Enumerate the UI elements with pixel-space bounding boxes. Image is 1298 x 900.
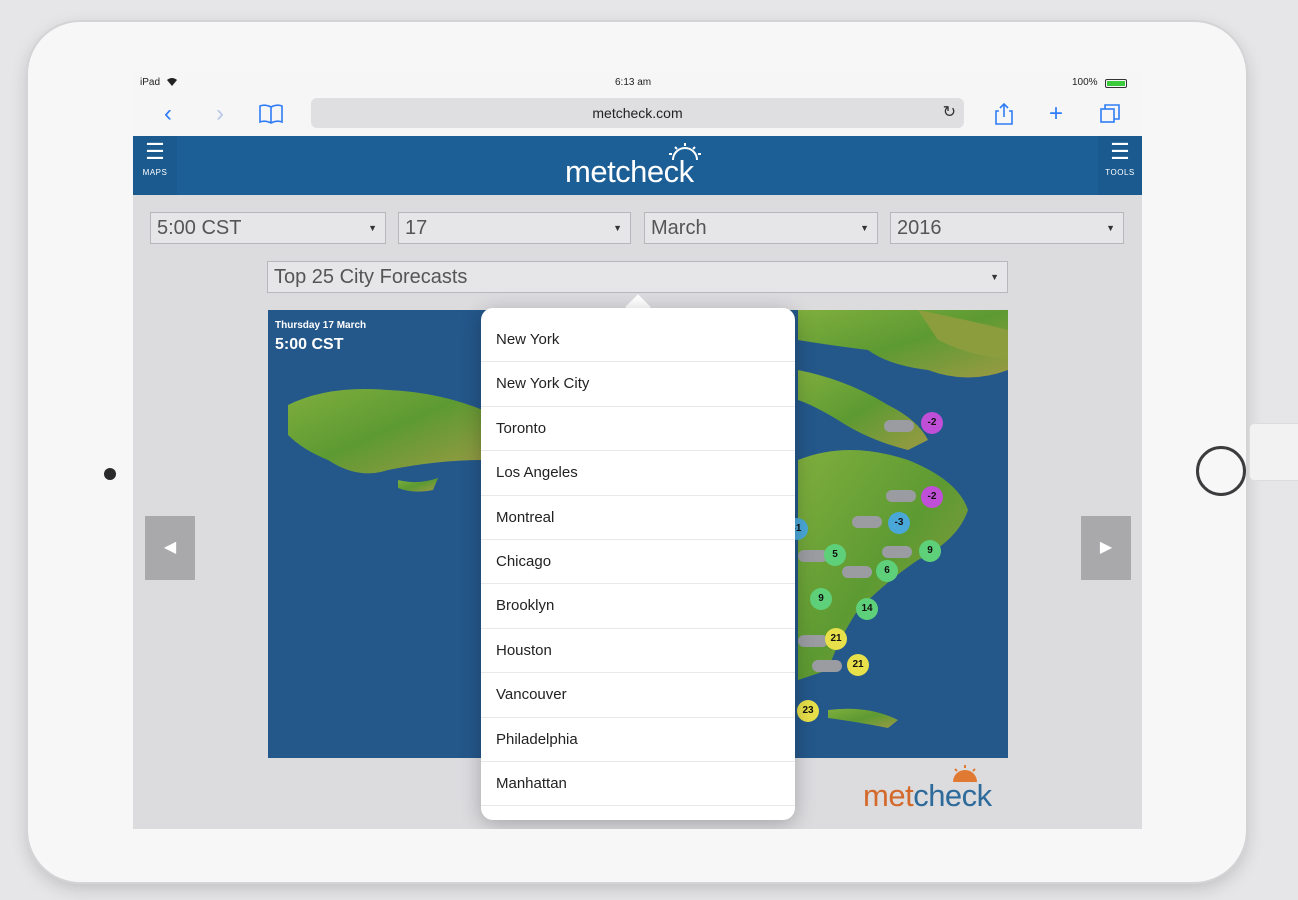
city-option[interactable]: New York — [481, 318, 795, 363]
city-option[interactable]: Chicago — [481, 540, 795, 585]
cloud-icon — [882, 546, 912, 558]
device-label: iPad — [140, 77, 161, 88]
map-time-label: 5:00 CST — [275, 336, 344, 353]
share-icon[interactable] — [989, 100, 1019, 128]
temperature-marker[interactable]: 21 — [847, 654, 869, 676]
browser-toolbar: ‹ › metcheck.com ↻ + — [133, 92, 1142, 137]
city-option[interactable]: Montreal — [481, 496, 795, 540]
next-map-button[interactable]: ▶ — [1081, 516, 1131, 580]
temperature-marker[interactable]: 6 — [876, 560, 898, 582]
temperature-marker[interactable]: 21 — [825, 628, 847, 650]
bookmarks-icon[interactable] — [256, 100, 286, 128]
city-option[interactable]: New York City — [481, 362, 795, 407]
battery-icon — [1105, 79, 1127, 88]
day-select[interactable]: 17 ▼ — [398, 212, 631, 244]
status-bar: iPad 6:13 am 100% — [133, 72, 1142, 92]
status-time: 6:13 am — [615, 77, 652, 88]
time-select[interactable]: 5:00 CST ▼ — [150, 212, 386, 244]
temperature-marker[interactable]: 5 — [824, 544, 846, 566]
temperature-marker[interactable]: -2 — [921, 412, 943, 434]
tools-menu-button[interactable]: ☰ TOOLS — [1098, 136, 1142, 195]
cloud-icon — [842, 566, 872, 578]
cloud-icon — [798, 635, 828, 647]
cloud-icon — [812, 660, 842, 672]
menu-icon: ☰ — [145, 139, 165, 164]
temperature-marker[interactable]: 9 — [810, 588, 832, 610]
menu-icon: ☰ — [1110, 139, 1130, 164]
back-icon[interactable]: ‹ — [153, 100, 183, 128]
battery-percent: 100% — [1072, 77, 1098, 88]
sun-logo-icon — [947, 764, 983, 787]
temperature-marker[interactable]: 23 — [797, 700, 819, 722]
city-option[interactable]: Phoenix — [481, 806, 795, 820]
cloud-icon — [886, 490, 916, 502]
tabs-icon[interactable] — [1095, 100, 1125, 128]
city-list: New York New York City Toronto Los Angeles M… — [481, 308, 795, 820]
cloud-icon — [884, 420, 914, 432]
map-date-label: Thursday 17 March — [275, 320, 367, 331]
temperature-marker[interactable]: -2 — [921, 486, 943, 508]
city-option[interactable]: Toronto — [481, 407, 795, 452]
city-option[interactable]: Vancouver — [481, 673, 795, 718]
forecast-view-select[interactable]: Top 25 City Forecasts ▼ — [267, 261, 1008, 293]
front-camera — [104, 468, 116, 480]
maps-menu-button[interactable]: ☰ MAPS — [133, 136, 177, 195]
dropdown-arrow-icon: ▼ — [1106, 223, 1115, 233]
temperature-marker[interactable]: -3 — [888, 512, 910, 534]
forward-icon[interactable]: › — [205, 100, 235, 128]
home-button[interactable] — [1196, 446, 1246, 496]
city-option[interactable]: Manhattan — [481, 762, 795, 807]
url-text: metcheck.com — [592, 105, 683, 121]
temperature-marker[interactable]: 9 — [919, 540, 941, 562]
new-tab-icon[interactable]: + — [1041, 100, 1071, 128]
city-option[interactable]: Los Angeles — [481, 451, 795, 496]
charging-cable — [1250, 424, 1298, 480]
site-header: ☰ MAPS metcheck ☰ TOOLS — [133, 136, 1142, 195]
city-option[interactable]: Philadelphia — [481, 718, 795, 762]
dropdown-arrow-icon: ▼ — [368, 223, 377, 233]
month-select[interactable]: March ▼ — [644, 212, 878, 244]
city-dropdown: New York New York City Toronto Los Angeles M… — [481, 308, 795, 820]
dropdown-arrow-icon: ▼ — [860, 223, 869, 233]
temperature-marker[interactable]: 14 — [856, 598, 878, 620]
site-logo[interactable]: metcheck — [565, 154, 694, 190]
wifi-icon — [166, 77, 178, 90]
year-select[interactable]: 2016 ▼ — [890, 212, 1124, 244]
city-option[interactable]: Brooklyn — [481, 584, 795, 629]
reload-icon[interactable]: ↻ — [943, 98, 956, 128]
dropdown-arrow-icon: ▼ — [990, 272, 999, 282]
cloud-icon — [852, 516, 882, 528]
previous-map-button[interactable]: ◀ — [145, 516, 195, 580]
address-bar[interactable]: metcheck.com ↻ — [311, 98, 964, 128]
dropdown-arrow-icon: ▼ — [613, 223, 622, 233]
ipad-screen: iPad 6:13 am 100% ‹ › metcheck.com ↻ + ☰… — [133, 72, 1142, 829]
city-option[interactable]: Houston — [481, 629, 795, 674]
